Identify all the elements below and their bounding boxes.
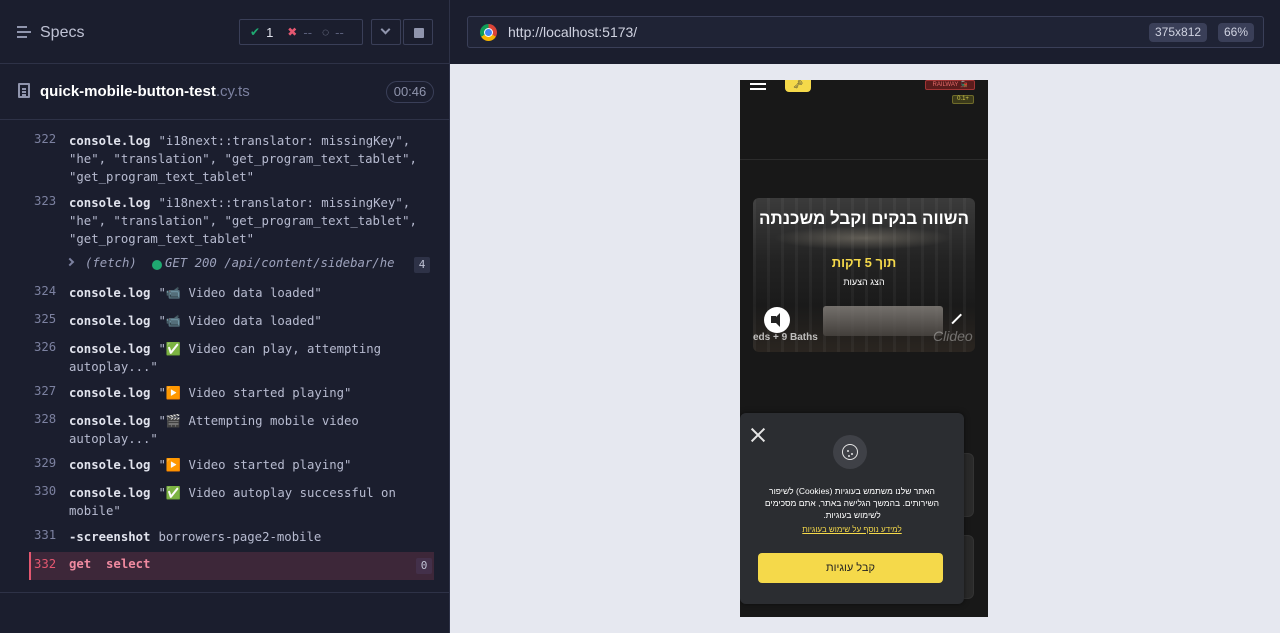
fetch-count-badge: 4	[414, 257, 430, 273]
toggle-auto-scroll-button[interactable]	[371, 19, 401, 45]
cross-icon: ✖	[287, 25, 298, 39]
hero-video[interactable]: השווה בנקים וקבל משכנתה תוך 5 דקות הצג ה…	[753, 198, 975, 352]
hero-light	[773, 226, 953, 250]
pending-stat: ◌ --	[312, 25, 344, 40]
log-command: console.log	[69, 342, 151, 356]
video-caption: eds + 9 Baths	[753, 332, 818, 343]
log-command: console.log	[69, 134, 151, 148]
video-watermark: Clideo	[933, 328, 973, 344]
chevron-down-icon	[380, 24, 391, 35]
log-number: 322	[34, 132, 57, 146]
log-command: console.log	[69, 486, 151, 500]
show-offers-link[interactable]: הצג הצעות	[759, 277, 969, 287]
browser-header: http://localhost:5173/ 375x812 66%	[450, 0, 1280, 64]
log-number: 325	[34, 312, 57, 326]
accept-cookies-button[interactable]: קבל עוגיות	[758, 553, 943, 583]
url-text[interactable]: http://localhost:5173/	[508, 24, 637, 40]
mute-toggle-button[interactable]	[764, 307, 790, 333]
viewport-size-badge[interactable]: 375x812	[1149, 23, 1208, 42]
version-badge: 0.1+	[952, 95, 974, 104]
command-log[interactable]: 322 console.log "i18next::translator: mis…	[0, 120, 450, 592]
log-number: 323	[34, 194, 57, 208]
site-logo[interactable]: 🗝	[785, 80, 811, 92]
active-argument: select	[106, 557, 151, 571]
log-command: get select	[69, 557, 150, 571]
test-stats: ✔ 1 ✖ -- ◌ --	[239, 19, 363, 45]
cookie-consent-popup: האתר שלנו משתמש בעוגיות (Cookies) לשיפור…	[740, 413, 964, 604]
log-number: 332	[34, 557, 57, 571]
hero-title: השווה בנקים וקבל משכנתה	[759, 209, 969, 228]
stop-button[interactable]	[403, 19, 433, 45]
log-number: 326	[34, 340, 57, 354]
spec-file-name[interactable]: quick-mobile-button-test.cy.ts	[40, 83, 250, 100]
log-command: console.log	[69, 314, 151, 328]
cookie-icon	[842, 444, 858, 460]
url-bar[interactable]: http://localhost:5173/ 375x812 66%	[467, 16, 1264, 48]
log-message: "📹 Video data loaded"	[158, 314, 322, 328]
check-icon: ✔	[250, 25, 261, 39]
fetch-request: GET 200 /api/content/sidebar/he	[165, 256, 395, 270]
status-dot-icon	[152, 260, 162, 270]
log-command: console.log	[69, 386, 151, 400]
log-command: console.log	[69, 414, 151, 428]
spec-file-ext: .cy.ts	[215, 83, 250, 100]
stop-icon	[414, 28, 424, 38]
chrome-icon	[480, 24, 497, 41]
document-icon	[18, 83, 30, 98]
hamburger-menu-icon[interactable]	[750, 80, 766, 90]
pending-count: --	[335, 24, 344, 40]
log-message: "▶️ Video started playing"	[158, 386, 352, 400]
app-under-test-frame[interactable]: 🗝 RAILWAY 🚂 0.1+ השווה בנקים וקבל משכנתה…	[740, 80, 988, 617]
spec-file-basename: quick-mobile-button-test	[40, 83, 216, 100]
hero-furniture	[823, 306, 943, 336]
cookie-icon-wrapper	[833, 435, 867, 469]
reporter-panel: Specs ✔ 1 ✖ -- ◌ -- quick-mobile-button-…	[0, 0, 450, 633]
cookie-info-link[interactable]: למידע נוסף על שימוש בעוגיות	[754, 525, 950, 534]
failed-count: --	[303, 24, 313, 40]
spec-file-header: quick-mobile-button-test.cy.ts 00:46	[0, 64, 450, 120]
specs-label[interactable]: Specs	[40, 24, 84, 42]
active-command: get	[69, 557, 92, 571]
fetch-log-entry[interactable]: (fetch) GET 200 /api/content/sidebar/he …	[0, 256, 434, 274]
log-number: 324	[34, 284, 57, 298]
site-header: 🗝 RAILWAY 🚂 0.1+	[740, 80, 988, 160]
passed-stat: ✔ 1	[240, 25, 273, 40]
active-log-entry[interactable]: 332 get select 0	[29, 552, 434, 580]
log-number: 329	[34, 456, 57, 470]
environment-badge: RAILWAY 🚂	[925, 80, 975, 90]
log-number: 331	[34, 528, 57, 542]
log-command: console.log	[69, 196, 151, 210]
failed-stat: ✖ --	[273, 25, 312, 40]
cypress-runner: Specs ✔ 1 ✖ -- ◌ -- quick-mobile-button-…	[0, 0, 1280, 633]
app-preview-panel: http://localhost:5173/ 375x812 66% 🗝 RAI…	[450, 0, 1280, 633]
log-command: console.log	[69, 286, 151, 300]
hero-subtitle: תוך 5 דקות	[831, 255, 897, 270]
fetch-label: (fetch)	[85, 256, 137, 270]
specs-list-icon[interactable]	[17, 26, 33, 40]
chevron-right-icon[interactable]	[65, 257, 75, 267]
log-number: 330	[34, 484, 57, 498]
reporter-header: Specs ✔ 1 ✖ -- ◌ --	[0, 0, 450, 64]
fullscreen-icon[interactable]	[950, 313, 961, 324]
log-message: "▶️ Video started playing"	[158, 458, 352, 472]
reporter-footer	[0, 592, 450, 633]
zoom-level-badge[interactable]: 66%	[1218, 23, 1255, 42]
log-number: 327	[34, 384, 57, 398]
passed-count: 1	[266, 24, 274, 40]
element-count-badge: 0	[416, 558, 432, 574]
close-icon[interactable]	[750, 426, 766, 442]
log-message: "📹 Video data loaded"	[158, 286, 322, 300]
log-command: -screenshot	[69, 530, 151, 544]
cookie-message: האתר שלנו משתמש בעוגיות (Cookies) לשיפור…	[764, 486, 940, 520]
pending-icon: ◌	[322, 25, 330, 39]
log-message: borrowers-page2-mobile	[158, 530, 322, 544]
duration-badge: 00:46	[386, 81, 434, 103]
log-command: console.log	[69, 458, 151, 472]
log-number: 328	[34, 412, 57, 426]
